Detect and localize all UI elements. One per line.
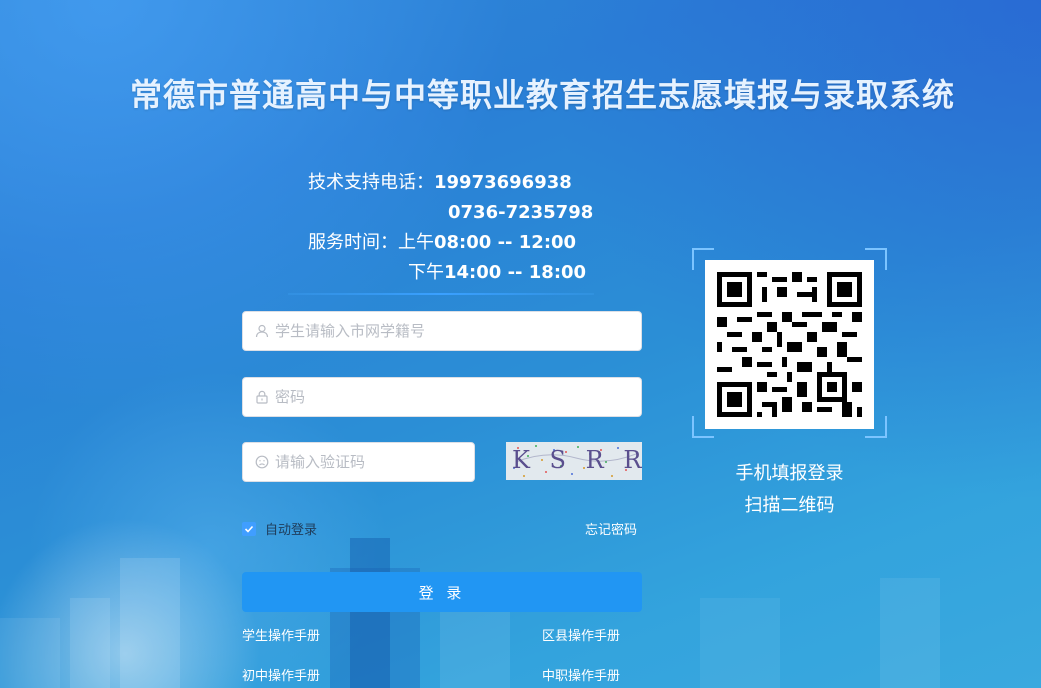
login-button[interactable]: 登 录 xyxy=(242,572,642,612)
afternoon-hours: 14:00 -- 18:00 xyxy=(444,262,587,283)
morning-prefix: 上午 xyxy=(398,232,434,253)
vocational-manual-link[interactable]: 中职操作手册 xyxy=(542,665,620,684)
qr-code xyxy=(705,260,874,429)
user-icon xyxy=(255,324,269,338)
city-skyline-decoration xyxy=(0,538,940,688)
lock-icon xyxy=(256,390,268,404)
service-time-row-2: 下午14:00 -- 18:00 xyxy=(308,258,593,288)
service-time-row: 服务时间：上午08:00 -- 12:00 xyxy=(308,228,593,258)
checkbox-checked-icon xyxy=(242,521,256,536)
page-title: 常德市普通高中与中等职业教育招生志愿填报与录取系统 xyxy=(129,76,955,114)
captcha-image[interactable]: K S R R xyxy=(506,442,642,480)
morning-hours: 08:00 -- 12:00 xyxy=(434,232,577,253)
support-phone-label: 技术支持电话： xyxy=(308,172,434,193)
qr-code-frame xyxy=(692,248,887,438)
face-icon xyxy=(255,455,269,469)
captcha-field[interactable] xyxy=(242,442,475,482)
qr-caption: 手机填报登录 扫描二维码 xyxy=(692,458,887,522)
service-time-label: 服务时间： xyxy=(308,232,398,253)
auto-login-label: 自动登录 xyxy=(265,523,318,538)
student-manual-link[interactable]: 学生操作手册 xyxy=(242,625,320,644)
username-input[interactable] xyxy=(275,312,641,350)
captcha-text: K S R R xyxy=(512,446,642,474)
forgot-password-link[interactable]: 忘记密码 xyxy=(585,519,637,538)
password-field[interactable] xyxy=(242,377,642,417)
junior-manual-link[interactable]: 初中操作手册 xyxy=(242,665,320,684)
qr-caption-line-1: 手机填报登录 xyxy=(735,463,844,484)
qr-code-icon xyxy=(717,272,862,417)
support-phone-row: 技术支持电话：19973696938 xyxy=(308,168,593,198)
afternoon-prefix: 下午 xyxy=(408,262,444,283)
support-info: 技术支持电话：19973696938 0736-7235798 服务时间：上午0… xyxy=(308,168,593,288)
captcha-input[interactable] xyxy=(275,443,474,481)
support-phone-row-2: 0736-7235798 xyxy=(308,198,593,228)
divider-line xyxy=(288,293,594,295)
support-phone-1: 19973696938 xyxy=(434,172,572,193)
qr-caption-line-2: 扫描二维码 xyxy=(744,495,835,516)
password-input[interactable] xyxy=(275,378,641,416)
support-phone-2: 0736-7235798 xyxy=(448,202,594,223)
district-manual-link[interactable]: 区县操作手册 xyxy=(542,625,620,644)
auto-login-checkbox[interactable]: 自动登录 xyxy=(242,519,317,538)
username-field[interactable] xyxy=(242,311,642,351)
